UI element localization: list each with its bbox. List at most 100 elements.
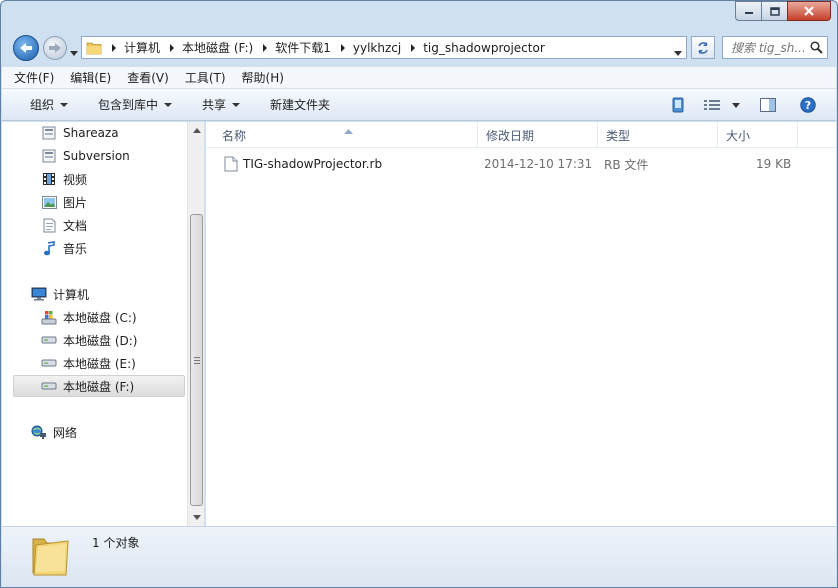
file-size: 19 KB bbox=[756, 157, 792, 171]
breadcrumb-tig-shadowprojector[interactable]: tig_shadowprojector bbox=[401, 41, 545, 55]
navigation-pane: Shareaza Subversion 视频 图片 文档 音乐 计算机 本地磁盘… bbox=[2, 122, 205, 526]
minimize-button[interactable] bbox=[735, 1, 761, 21]
help-icon: ? bbox=[800, 97, 816, 113]
nav-item-network[interactable]: 网络 bbox=[14, 421, 186, 443]
nav-item-label: Subversion bbox=[63, 149, 130, 163]
address-row: 计算机 本地磁盘 (F:) 软件下载1 yylkhzcj tig_shadowp… bbox=[1, 33, 837, 63]
nav-item-drive-d[interactable]: 本地磁盘 (D:) bbox=[14, 329, 186, 351]
column-header-size[interactable]: 大小 bbox=[718, 122, 798, 148]
column-header-name[interactable]: 名称 bbox=[214, 122, 478, 148]
scroll-thumb[interactable] bbox=[190, 214, 203, 506]
close-button[interactable] bbox=[787, 1, 831, 21]
organize-button[interactable]: 组织 bbox=[30, 89, 69, 121]
command-bar: 组织 包含到库中 共享 新建文件夹 ? bbox=[2, 89, 836, 121]
file-name: TIG-shadowProjector.rb bbox=[243, 157, 383, 171]
system-drive-icon bbox=[41, 309, 57, 325]
include-in-library-button[interactable]: 包含到库中 bbox=[98, 89, 173, 121]
refresh-button[interactable] bbox=[691, 36, 715, 59]
music-library-icon bbox=[41, 240, 57, 256]
column-type-label: 类型 bbox=[606, 128, 631, 143]
device-button[interactable] bbox=[672, 97, 684, 113]
chevron-down-icon bbox=[60, 102, 69, 107]
column-header-type[interactable]: 类型 bbox=[598, 122, 718, 148]
scroll-up-button[interactable] bbox=[188, 122, 205, 139]
address-history-dropdown[interactable] bbox=[674, 45, 682, 59]
maximize-button[interactable] bbox=[761, 1, 787, 21]
breadcrumb-yylkhzcj[interactable]: yylkhzcj bbox=[331, 41, 401, 55]
explorer-window: 计算机 本地磁盘 (F:) 软件下载1 yylkhzcj tig_shadowp… bbox=[0, 0, 838, 588]
nav-item-label: 图片 bbox=[63, 195, 88, 210]
arrow-left-icon bbox=[20, 43, 32, 53]
nav-item-label: 视频 bbox=[63, 172, 88, 187]
file-list: 名称 修改日期 类型 大小 TIG-shadowProjector.rb 201… bbox=[206, 122, 836, 526]
status-item-count: 1 个对象 bbox=[92, 536, 140, 550]
menu-help[interactable]: 帮助(H) bbox=[242, 69, 284, 86]
chevron-down-icon bbox=[70, 51, 78, 56]
file-modified: 2014-12-10 17:31 bbox=[484, 157, 593, 171]
column-header-modified[interactable]: 修改日期 bbox=[478, 122, 598, 148]
nav-item-drive-f[interactable]: 本地磁盘 (F:) bbox=[13, 375, 185, 397]
menu-file[interactable]: 文件(F) bbox=[14, 69, 54, 86]
preview-pane-button[interactable] bbox=[760, 98, 776, 112]
nav-item-label: 本地磁盘 (D:) bbox=[63, 333, 138, 348]
column-size-label: 大小 bbox=[726, 128, 751, 143]
preview-pane-icon bbox=[760, 98, 776, 112]
folder-icon bbox=[86, 42, 102, 54]
forward-button[interactable] bbox=[43, 36, 67, 60]
nav-item-shareaza[interactable]: Shareaza bbox=[14, 122, 186, 144]
breadcrumb-computer[interactable]: 计算机 bbox=[102, 39, 160, 56]
grip-icon bbox=[193, 356, 200, 364]
menu-view[interactable]: 查看(V) bbox=[127, 69, 169, 86]
nav-item-subversion[interactable]: Subversion bbox=[14, 145, 186, 167]
search-box[interactable] bbox=[722, 36, 828, 59]
details-pane: 1 个对象 bbox=[2, 526, 836, 587]
file-row[interactable]: TIG-shadowProjector.rb 2014-12-10 17:31 … bbox=[218, 153, 818, 175]
chevron-down-icon bbox=[232, 102, 241, 107]
nav-item-videos[interactable]: 视频 bbox=[14, 168, 186, 190]
nav-item-label: 计算机 bbox=[53, 287, 90, 302]
mobile-device-icon bbox=[672, 97, 684, 113]
computer-icon bbox=[31, 286, 47, 302]
chevron-down-icon bbox=[732, 102, 740, 108]
nav-item-music[interactable]: 音乐 bbox=[14, 237, 186, 259]
nav-item-label: 文档 bbox=[63, 218, 88, 233]
nav-item-computer[interactable]: 计算机 bbox=[14, 283, 186, 305]
nav-vertical-scrollbar[interactable] bbox=[187, 122, 204, 526]
nav-item-documents[interactable]: 文档 bbox=[14, 214, 186, 236]
scroll-down-button[interactable] bbox=[188, 509, 205, 526]
library-icon bbox=[41, 125, 57, 141]
network-icon bbox=[31, 424, 47, 440]
chevron-up-icon bbox=[192, 128, 201, 133]
new-folder-button[interactable]: 新建文件夹 bbox=[270, 89, 330, 121]
navigation-tree: Shareaza Subversion 视频 图片 文档 音乐 计算机 本地磁盘… bbox=[2, 122, 187, 526]
include-library-label: 包含到库中 bbox=[98, 98, 159, 112]
refresh-icon bbox=[698, 41, 708, 54]
file-type: RB 文件 bbox=[604, 157, 649, 172]
svg-text:?: ? bbox=[805, 99, 811, 112]
recent-pages-dropdown[interactable] bbox=[70, 45, 78, 59]
address-bar[interactable]: 计算机 本地磁盘 (F:) 软件下载1 yylkhzcj tig_shadowp… bbox=[81, 36, 687, 59]
search-icon bbox=[810, 41, 823, 54]
help-button[interactable]: ? bbox=[800, 97, 816, 113]
new-folder-label: 新建文件夹 bbox=[270, 98, 331, 112]
nav-item-label: Shareaza bbox=[63, 126, 119, 140]
column-name-label: 名称 bbox=[222, 128, 247, 143]
search-input[interactable] bbox=[731, 40, 805, 55]
menu-edit[interactable]: 编辑(E) bbox=[70, 69, 111, 86]
nav-item-pictures[interactable]: 图片 bbox=[14, 191, 186, 213]
share-button[interactable]: 共享 bbox=[202, 89, 241, 121]
column-modified-label: 修改日期 bbox=[486, 128, 535, 143]
column-headers: 名称 修改日期 类型 大小 bbox=[206, 122, 836, 148]
nav-item-drive-c[interactable]: 本地磁盘 (C:) bbox=[14, 306, 186, 328]
nav-item-drive-e[interactable]: 本地磁盘 (E:) bbox=[14, 352, 186, 374]
breadcrumb-software-download[interactable]: 软件下载1 bbox=[253, 39, 331, 56]
drive-icon bbox=[41, 332, 57, 348]
menu-tools[interactable]: 工具(T) bbox=[185, 69, 226, 86]
drive-icon bbox=[41, 378, 57, 394]
back-button[interactable] bbox=[13, 35, 39, 61]
change-view-button[interactable] bbox=[704, 99, 740, 111]
pictures-library-icon bbox=[41, 194, 57, 210]
caption-buttons bbox=[735, 1, 831, 21]
maximize-icon bbox=[769, 6, 780, 16]
breadcrumb-drive-f[interactable]: 本地磁盘 (F:) bbox=[160, 39, 253, 56]
